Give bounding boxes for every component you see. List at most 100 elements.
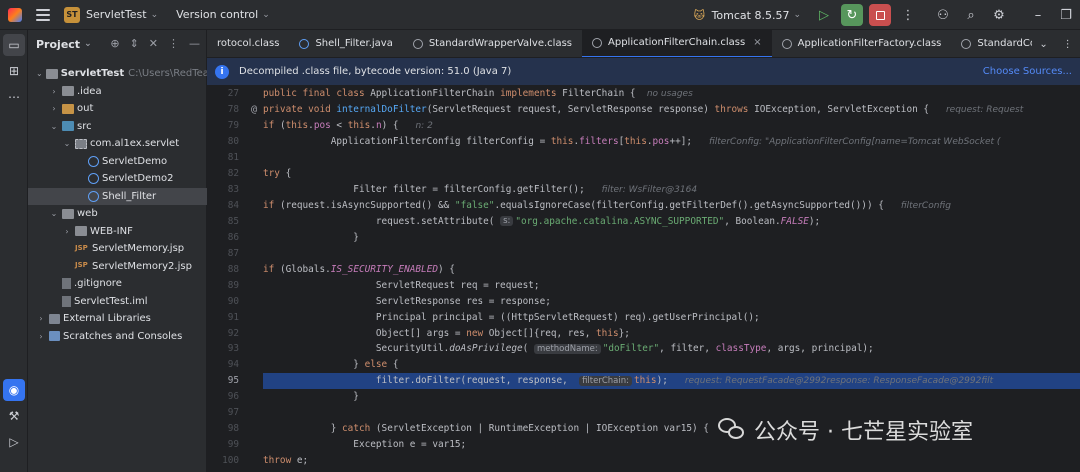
rerun-icon[interactable]: ↻ — [841, 4, 863, 26]
more-icon[interactable]: ⋮ — [1063, 39, 1073, 50]
options-icon[interactable]: ⋮ — [168, 37, 179, 50]
collapse-all-icon[interactable]: ✕ — [149, 37, 158, 50]
watermark: 公众号 · 七芒星实验室 — [718, 415, 973, 445]
line-number[interactable]: 86 — [207, 229, 263, 245]
line-number[interactable]: 99 — [207, 437, 263, 453]
tree-item[interactable]: › WEB-INF — [28, 223, 207, 241]
line-number[interactable]: 94 — [207, 357, 263, 373]
minimize-icon[interactable]: – — [1027, 4, 1049, 26]
tree-item[interactable]: .gitignore — [28, 275, 207, 293]
chevron-right-icon[interactable]: › — [36, 332, 46, 341]
line-number[interactable]: 80 — [207, 134, 263, 150]
line-number[interactable]: 83 — [207, 182, 263, 198]
project-name[interactable]: ServletTest — [86, 8, 147, 21]
more-icon[interactable]: ⋮ — [897, 4, 919, 26]
editor-tab[interactable]: Shell_Filter.java — [289, 30, 402, 57]
debug-run-icon[interactable]: ▷ — [813, 4, 835, 26]
editor-tab[interactable]: ApplicationFilterChain.class × — [582, 30, 772, 57]
hamburger-menu-icon[interactable] — [36, 8, 50, 21]
chevron-down-icon[interactable]: ⌄ — [49, 209, 59, 218]
chevron-down-icon[interactable]: ⌄ — [49, 122, 59, 131]
tree-item[interactable]: ServletDemo — [28, 153, 207, 171]
line-number[interactable]: 88 — [207, 261, 263, 277]
package-icon — [75, 138, 87, 149]
chevron-down-icon[interactable]: ⌄ — [262, 10, 270, 20]
add-user-icon[interactable]: ⚇ — [932, 4, 954, 26]
line-number[interactable]: 89 — [207, 277, 263, 293]
tree-item[interactable]: › .idea — [28, 83, 207, 101]
line-number-text: 98 — [227, 423, 239, 435]
line-number[interactable]: 27 — [207, 86, 263, 102]
editor-tab[interactable]: StandardWrapperValve.class — [403, 30, 582, 57]
line-number[interactable]: 84 — [207, 198, 263, 214]
restore-icon[interactable]: ❐ — [1055, 4, 1077, 26]
chevron-right-icon[interactable]: › — [36, 314, 46, 323]
tree-item[interactable]: ⌄ src — [28, 118, 207, 136]
line-number[interactable]: 98 — [207, 421, 263, 437]
services-icon[interactable]: ◉ — [3, 379, 25, 401]
tree-item[interactable]: › External Libraries — [28, 310, 207, 328]
tree-item[interactable]: › Scratches and Consoles — [28, 328, 207, 346]
line-number[interactable]: 90 — [207, 293, 263, 309]
choose-sources-link[interactable]: Choose Sources... — [983, 66, 1072, 77]
structure-icon[interactable]: ⊞ — [3, 60, 25, 82]
java-class-icon — [88, 173, 99, 185]
editor-tab[interactable]: rotocol.class — [207, 30, 289, 57]
line-number[interactable]: 91 — [207, 309, 263, 325]
line-number-text: 86 — [227, 231, 239, 243]
chevron-right-icon[interactable]: › — [49, 104, 59, 113]
chevron-right-icon[interactable]: › — [49, 87, 59, 96]
line-number[interactable]: 96 — [207, 389, 263, 405]
annotation-marker-icon[interactable]: @ — [251, 104, 257, 115]
locate-icon[interactable]: ⊕ — [110, 37, 119, 50]
settings-icon[interactable]: ⚙ — [988, 4, 1010, 26]
version-control-menu[interactable]: Version control — [176, 8, 258, 21]
tree-item[interactable]: ServletTest.iml — [28, 293, 207, 311]
more-tools-icon[interactable]: ⋯ — [3, 86, 25, 108]
line-number-text: 99 — [227, 439, 239, 451]
tab-label: Shell_Filter.java — [315, 38, 393, 49]
tree-item[interactable]: Shell_Filter — [28, 187, 207, 205]
line-number[interactable]: 92 — [207, 325, 263, 341]
close-icon[interactable]: × — [753, 37, 761, 48]
chevron-down-icon[interactable]: ⌄ — [62, 139, 72, 148]
line-number[interactable]: 82 — [207, 166, 263, 182]
expand-all-icon[interactable]: ⇕ — [130, 37, 139, 50]
line-number-gutter[interactable]: 27 78 @79 80 81 82 83 84 85 86 87 88 89 90 91 92 93 94 95 9… — [207, 86, 263, 472]
editor-tab[interactable]: ApplicationFilterFactory.class — [772, 30, 952, 57]
search-icon[interactable]: ⌕ — [960, 4, 982, 26]
tree-item[interactable]: › out — [28, 100, 207, 118]
line-number[interactable]: 93 — [207, 341, 263, 357]
run-icon[interactable]: ▷ — [3, 431, 25, 453]
line-number[interactable]: 100 — [207, 453, 263, 469]
tree-item[interactable]: JSP ServletMemory2.jsp — [28, 258, 207, 276]
tree-item[interactable]: ServletDemo2 — [28, 170, 207, 188]
project-folder-icon[interactable]: ▭ — [3, 34, 25, 56]
chevron-down-icon[interactable]: ⌄ — [36, 69, 43, 78]
run-configuration[interactable]: Tomcat 8.5.57 — [712, 9, 790, 22]
line-number[interactable]: 97 — [207, 405, 263, 421]
line-number[interactable]: 78 @ — [207, 102, 263, 118]
tree-item[interactable]: ⌄ com.al1ex.servlet — [28, 135, 207, 153]
chevron-down-icon[interactable]: ⌄ — [1039, 39, 1047, 50]
tree-item[interactable]: ⌄ web — [28, 205, 207, 223]
build-icon[interactable]: ⚒ — [3, 405, 25, 427]
file-icon — [62, 278, 71, 290]
stop-icon[interactable] — [869, 4, 891, 26]
chevron-right-icon[interactable]: › — [62, 227, 72, 236]
project-badge[interactable]: ST — [64, 6, 80, 23]
code-line: } — [263, 231, 359, 243]
line-number[interactable]: 95 — [207, 373, 263, 389]
line-number[interactable]: 81 — [207, 150, 263, 166]
line-number[interactable]: 79 — [207, 118, 263, 134]
line-number[interactable]: 85 — [207, 214, 263, 230]
hide-panel-icon[interactable]: — — [189, 37, 200, 50]
tree-item[interactable]: ⌄ ServletTestC:\Users\RedTeam\D — [28, 65, 207, 83]
tree-item[interactable]: JSP ServletMemory.jsp — [28, 240, 207, 258]
line-number[interactable]: 87 — [207, 245, 263, 261]
chevron-down-icon[interactable]: ⌄ — [84, 39, 92, 49]
chevron-down-icon[interactable]: ⌄ — [793, 10, 801, 20]
chevron-down-icon[interactable]: ⌄ — [151, 10, 159, 20]
code-line: ApplicationFilterConfig filterConfig = t… — [263, 136, 1001, 148]
java-class-icon — [299, 38, 310, 49]
